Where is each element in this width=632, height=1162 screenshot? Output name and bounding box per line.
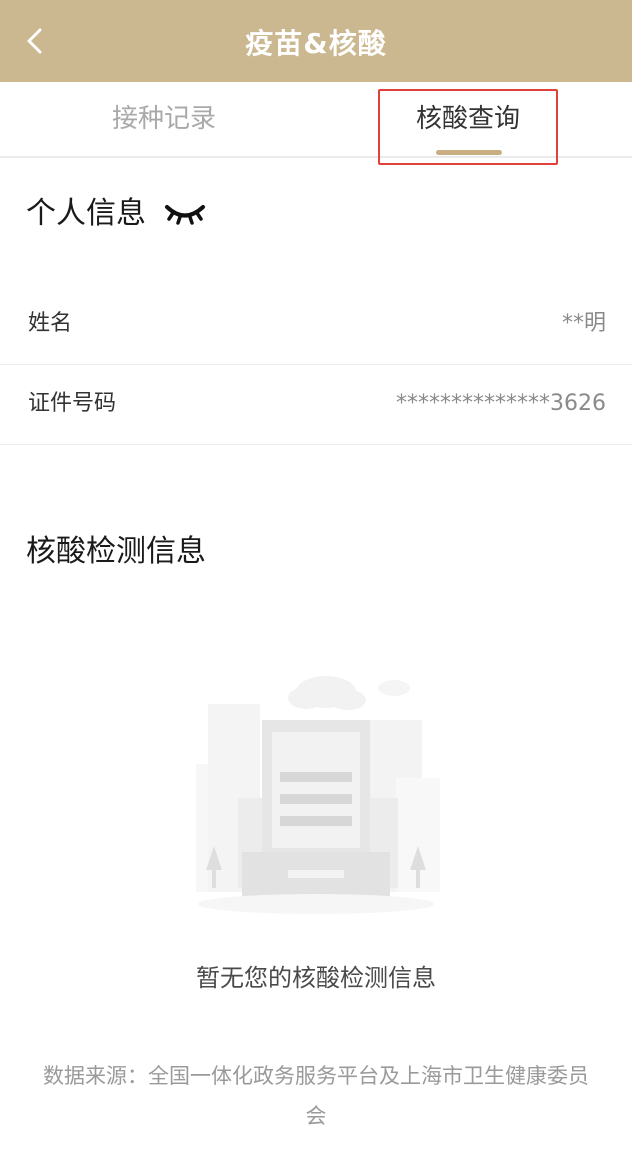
data-source-line-1: 数据来源：全国一体化政务服务平台及上海市卫生健康委员: [43, 1064, 589, 1088]
id-number-value: **************3626: [396, 391, 606, 416]
name-label: 姓名: [28, 311, 73, 336]
data-source-line-2: 会: [305, 1104, 327, 1128]
tab-nat-query[interactable]: 核酸查询: [368, 82, 568, 156]
app-header: 疫苗&核酸: [0, 0, 632, 82]
page-title: 疫苗&核酸: [245, 27, 387, 60]
active-tab-indicator: [436, 150, 502, 155]
empty-state-text: 暂无您的核酸检测信息: [196, 964, 436, 992]
nat-info-title: 核酸检测信息: [26, 534, 206, 569]
info-row-name: 姓名 **明: [0, 284, 632, 365]
eye-closed-icon: [165, 205, 205, 225]
data-source-note: 数据来源：全国一体化政务服务平台及上海市卫生健康委员 会: [0, 1056, 632, 1136]
empty-document-icon: [196, 676, 440, 914]
tab-vaccination-records[interactable]: 接种记录: [64, 82, 264, 156]
id-number-label: 证件号码: [28, 391, 117, 416]
info-row-id-number: 证件号码 **************3626: [0, 364, 632, 445]
visibility-toggle[interactable]: [164, 198, 206, 230]
empty-state-illustration: [176, 648, 456, 920]
name-value: **明: [561, 311, 606, 336]
personal-info-title: 个人信息: [26, 196, 146, 231]
tab-bar: 接种记录 核酸查询: [0, 82, 632, 158]
